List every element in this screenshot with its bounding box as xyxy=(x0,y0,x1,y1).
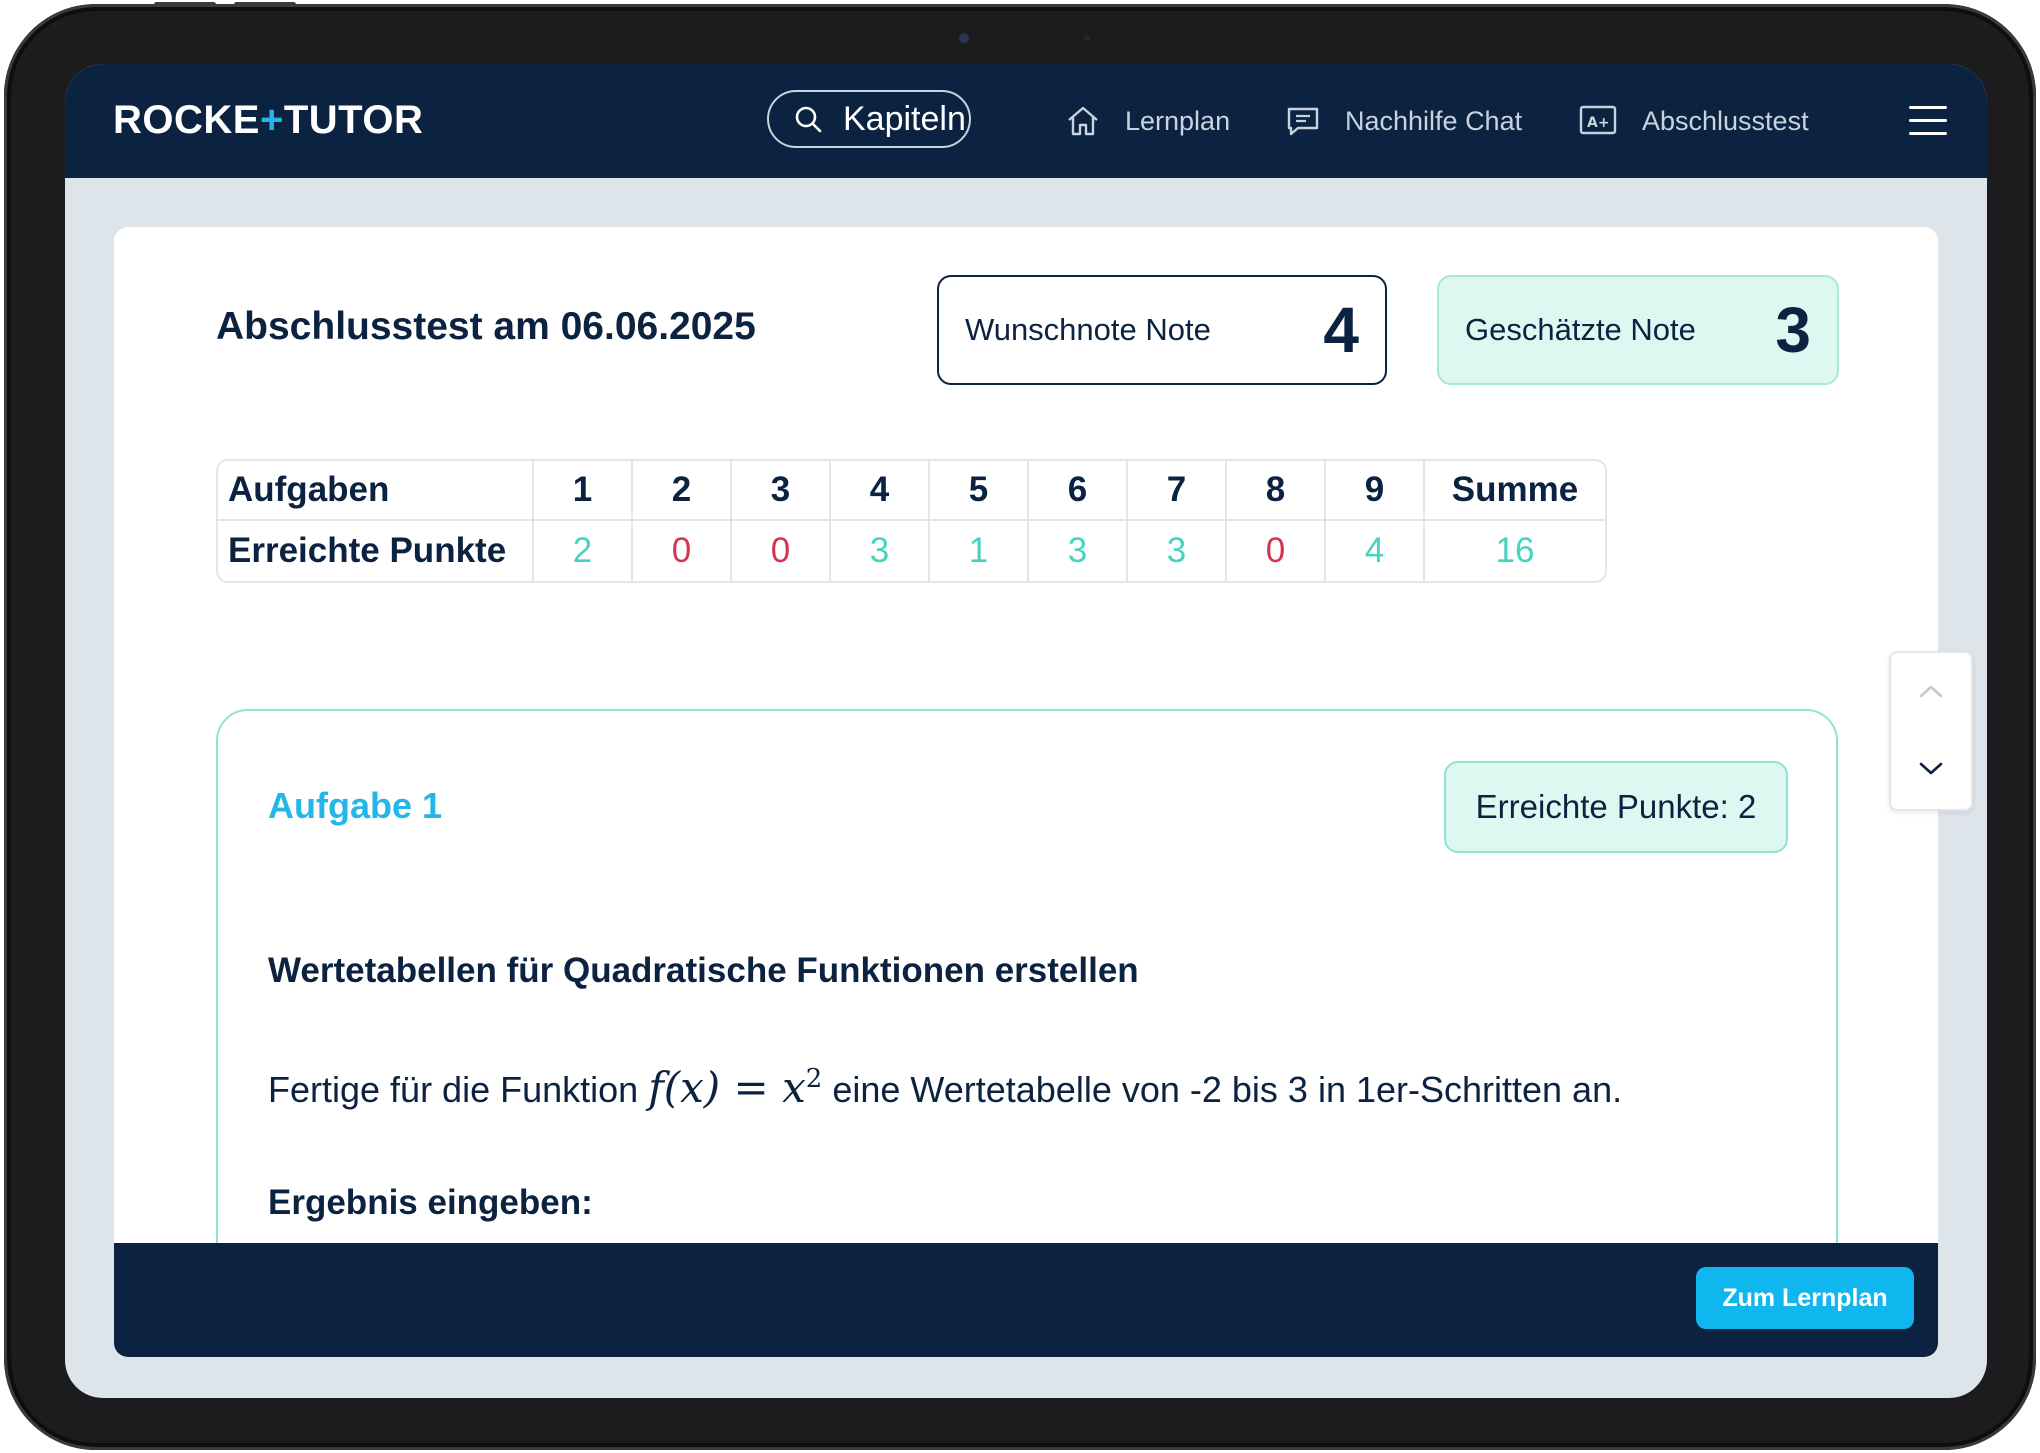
logo[interactable]: ROCKE+TUTOR xyxy=(113,98,423,143)
result-label: Ergebnis eingeben: xyxy=(268,1183,593,1222)
wish-grade-label: Wunschnote Note xyxy=(965,312,1211,347)
search-label: Kapiteln xyxy=(843,99,966,138)
grade-icon: A+ xyxy=(1579,105,1617,135)
table-row-tasks: Aufgaben 1 2 3 4 5 6 7 8 9 Summe xyxy=(218,461,1605,521)
points-cell: 0 xyxy=(1227,521,1326,581)
hardware-button xyxy=(154,2,216,7)
task-number-cell[interactable]: 7 xyxy=(1128,461,1227,521)
chat-icon xyxy=(1287,107,1319,136)
nav-link-label: Nachhilfe Chat xyxy=(1345,105,1523,136)
sum-value: 16 xyxy=(1495,531,1535,570)
front-camera xyxy=(959,33,969,43)
task-number-cell[interactable]: 6 xyxy=(1029,461,1128,521)
sum-header: Summe xyxy=(1425,461,1605,521)
task-subtitle: Wertetabellen für Quadratische Funktione… xyxy=(268,951,1139,990)
math-formula: f(x) = x2 xyxy=(648,1063,823,1112)
sensor xyxy=(1084,35,1090,41)
table-row-points: Erreichte Punkte 2 0 0 3 1 3 3 0 4 16 xyxy=(218,521,1605,581)
task-scroller xyxy=(1889,651,1973,811)
top-navigation: ROCKE+TUTOR Kapiteln Lernplan Nachhilfe … xyxy=(65,64,1987,178)
points-cell: 4 xyxy=(1326,521,1425,581)
estimated-grade-box: Geschätzte Note 3 xyxy=(1437,275,1839,385)
chevron-up-icon xyxy=(1919,685,1943,698)
bottom-action-bar: Zum Lernplan xyxy=(114,1243,1938,1357)
points-cell: 3 xyxy=(1029,521,1128,581)
hamburger-menu-icon[interactable] xyxy=(1909,106,1947,136)
points-badge: Erreichte Punkte: 2 xyxy=(1444,761,1788,853)
task-number-cell[interactable]: 2 xyxy=(633,461,732,521)
nav-link-nachhilfe-chat[interactable]: Nachhilfe Chat xyxy=(1285,94,1522,148)
nav-link-label: Lernplan xyxy=(1125,105,1231,136)
task-number-cell[interactable]: 4 xyxy=(831,461,930,521)
chapters-search-button[interactable]: Kapiteln xyxy=(767,90,971,148)
nav-link-label: Abschlusstest xyxy=(1642,105,1809,136)
task-number-cell[interactable]: 1 xyxy=(534,461,633,521)
task-number-cell[interactable]: 9 xyxy=(1326,461,1425,521)
wish-grade-value: 4 xyxy=(1323,294,1359,366)
row-header: Aufgaben xyxy=(218,461,534,521)
scores-table: Aufgaben 1 2 3 4 5 6 7 8 9 Summe Erreich… xyxy=(216,459,1607,583)
hardware-button xyxy=(234,2,296,7)
page-title: Abschlusstest am 06.06.2025 xyxy=(216,305,756,348)
home-icon xyxy=(1068,106,1098,136)
svg-text:A+: A+ xyxy=(1587,115,1610,131)
task-description: Fertige für die Funktion f(x) = x2 eine … xyxy=(268,1063,1623,1112)
test-result-card: Abschlusstest am 06.06.2025 Wunschnote N… xyxy=(114,227,1938,1357)
points-cell: 3 xyxy=(831,521,930,581)
tablet-frame: ROCKE+TUTOR Kapiteln Lernplan Nachhilfe … xyxy=(4,2,2036,1450)
wish-grade-box: Wunschnote Note 4 xyxy=(937,275,1387,385)
nav-link-lernplan[interactable]: Lernplan xyxy=(1065,94,1230,148)
points-cell: 0 xyxy=(732,521,831,581)
app-screen: ROCKE+TUTOR Kapiteln Lernplan Nachhilfe … xyxy=(65,64,1987,1398)
points-cell: 3 xyxy=(1128,521,1227,581)
nav-link-abschlusstest[interactable]: A+ Abschlusstest xyxy=(1578,94,1809,148)
task-title: Aufgabe 1 xyxy=(268,785,443,826)
points-cell: 0 xyxy=(633,521,732,581)
task-number-cell[interactable]: 8 xyxy=(1227,461,1326,521)
row-header: Erreichte Punkte xyxy=(218,521,534,581)
estimated-grade-label: Geschätzte Note xyxy=(1465,312,1696,347)
to-lernplan-button[interactable]: Zum Lernplan xyxy=(1696,1267,1914,1329)
task-number-cell[interactable]: 3 xyxy=(732,461,831,521)
points-cell: 1 xyxy=(930,521,1029,581)
estimated-grade-value: 3 xyxy=(1775,294,1811,366)
scroll-up-button[interactable] xyxy=(1891,653,1971,729)
task-number-cell[interactable]: 5 xyxy=(930,461,1029,521)
chevron-down-icon xyxy=(1919,762,1943,775)
search-icon xyxy=(795,106,822,133)
scroll-down-button[interactable] xyxy=(1891,731,1971,807)
points-cell: 2 xyxy=(534,521,633,581)
